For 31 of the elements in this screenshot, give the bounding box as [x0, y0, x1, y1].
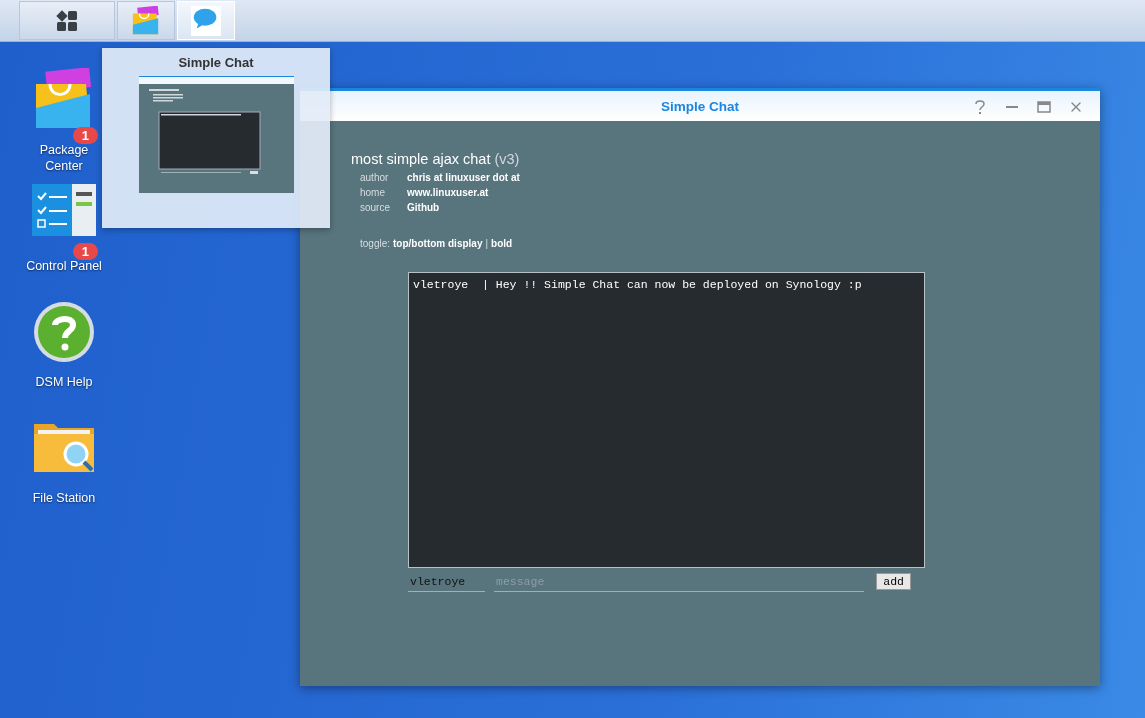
grid-icon — [56, 9, 78, 32]
name-field[interactable]: vletroye — [408, 571, 485, 592]
help-icon — [32, 300, 96, 364]
taskbar-button[interactable] — [19, 1, 115, 40]
notification-badge: 1 — [72, 127, 98, 144]
maximize-icon — [1037, 101, 1051, 113]
toggle-link[interactable]: top/bottom display — [393, 238, 483, 249]
toggle-link[interactable]: bold — [491, 238, 513, 249]
chat-message: vletroye | Hey !! Simple Chat can now be deployed on Synology :p — [413, 278, 863, 291]
window-title: Simple Chat — [661, 98, 739, 114]
info-value: Github — [407, 201, 440, 214]
info-value: chris at linuxuser dot at — [407, 171, 520, 184]
window-preview-popup[interactable]: Simple Chat — [102, 48, 330, 228]
minimize-icon — [1006, 106, 1018, 108]
info-value: www.linuxuser.at — [407, 186, 489, 199]
info-label: home — [360, 186, 386, 199]
info-label: source — [360, 201, 391, 214]
desktop-icon-label[interactable]: DSM Help — [18, 374, 110, 390]
notification-badge: 1 — [72, 243, 98, 260]
add-button[interactable]: add — [876, 573, 911, 590]
desktop-icon-label[interactable]: File Station — [18, 490, 110, 506]
help-icon — [975, 100, 985, 114]
toggle-label: toggle: — [360, 238, 391, 249]
chat-heading: most simple ajax chat (v3) — [351, 151, 521, 167]
separator-text: | — [485, 238, 489, 249]
preview-title: Simple Chat — [178, 55, 254, 70]
info-label: author — [360, 171, 390, 184]
chat-bubble-icon — [191, 5, 221, 36]
desktop-icon-label[interactable]: Control Panel — [18, 258, 110, 274]
shopping-bag-icon — [131, 5, 161, 36]
desktop-icon-label[interactable]: Package Center — [32, 142, 96, 174]
